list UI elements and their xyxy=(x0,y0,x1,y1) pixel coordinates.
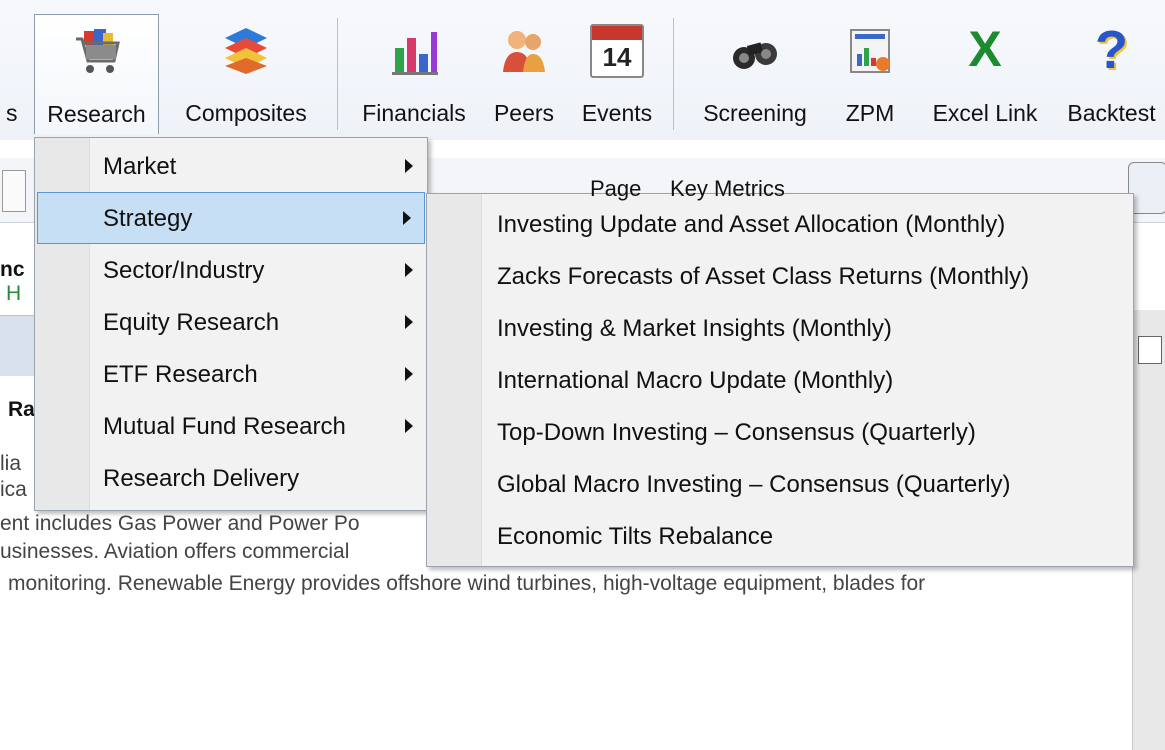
fragment-text: lia xyxy=(0,452,22,475)
submenu-item[interactable]: International Macro Update (Monthly) xyxy=(427,354,1133,406)
submenu-item[interactable]: Global Macro Investing – Consensus (Quar… xyxy=(427,458,1133,510)
submenu-item[interactable]: Economic Tilts Rebalance xyxy=(427,510,1133,562)
ribbon-label: s xyxy=(6,100,18,126)
submenu-item-label: Investing Update and Asset Allocation (M… xyxy=(497,211,1006,238)
fragment-text: H xyxy=(6,282,22,305)
submenu-arrow-icon xyxy=(405,263,413,277)
menu-item-etf-research[interactable]: ETF Research xyxy=(35,348,427,400)
ribbon-peers-button[interactable]: Peers xyxy=(484,14,564,134)
ribbon-label-screening: Screening xyxy=(703,100,807,126)
menu-item-label: Strategy xyxy=(103,205,193,232)
submenu-item[interactable]: Investing & Market Insights (Monthly) xyxy=(427,302,1133,354)
menu-item-mutual-fund-research[interactable]: Mutual Fund Research xyxy=(35,400,427,452)
submenu-item[interactable]: Top-Down Investing – Consensus (Quarterl… xyxy=(427,406,1133,458)
strategy-submenu: Investing Update and Asset Allocation (M… xyxy=(426,193,1134,567)
excel-icon: X xyxy=(958,24,1012,78)
menu-item-label: ETF Research xyxy=(103,361,258,388)
submenu-arrow-icon xyxy=(405,159,413,173)
submenu-item-label: Economic Tilts Rebalance xyxy=(497,523,774,550)
ribbon-composites-button[interactable]: Composites xyxy=(166,14,326,134)
calendar-icon: 14 xyxy=(590,24,644,78)
ribbon-zpm-button[interactable]: ZPM xyxy=(830,14,910,134)
description-line: ent includes Gas Power and Power Po xyxy=(0,512,360,535)
submenu-arrow-icon xyxy=(405,419,413,433)
menu-item-label: Mutual Fund Research xyxy=(103,413,346,440)
ribbon-research-button[interactable]: Research xyxy=(34,14,159,134)
submenu-item-label: Top-Down Investing – Consensus (Quarterl… xyxy=(497,419,976,446)
ribbon-label-peers: Peers xyxy=(493,100,555,126)
scrollbar[interactable] xyxy=(1132,310,1165,750)
excel-letter: X xyxy=(968,21,1002,77)
menu-item-label: Equity Research xyxy=(103,309,280,336)
menu-item-label: Research Delivery xyxy=(103,465,300,492)
submenu-item-label: Global Macro Investing – Consensus (Quar… xyxy=(497,471,1011,498)
submenu-item[interactable]: Zacks Forecasts of Asset Class Returns (… xyxy=(427,250,1133,302)
research-dropdown-menu: Market Strategy Sector/Industry Equity R… xyxy=(34,137,428,511)
portfolio-chart-icon xyxy=(850,29,890,73)
submenu-arrow-icon xyxy=(403,211,411,225)
page-dropdown-label[interactable]: Page xyxy=(590,176,641,202)
dropdown-control[interactable] xyxy=(2,170,26,212)
ribbon-label-excel-link: Excel Link xyxy=(932,100,1038,126)
ribbon-label-zpm: ZPM xyxy=(845,100,895,126)
submenu-arrow-icon xyxy=(405,315,413,329)
question-icon: ? xyxy=(1085,23,1139,78)
ribbon-backtest-button[interactable]: ? Backtest xyxy=(1058,14,1165,134)
fragment-text: ica xyxy=(0,478,27,501)
ribbon-label-events: Events xyxy=(581,100,653,126)
ribbon-separator xyxy=(673,18,674,130)
bar-chart-icon xyxy=(392,32,438,75)
panel-button[interactable] xyxy=(1138,336,1162,364)
menu-item-label: Market xyxy=(103,153,177,180)
ribbon-label-backtest: Backtest xyxy=(1067,100,1156,126)
ribbon-label-research: Research xyxy=(47,101,146,127)
ribbon-excel-link-button[interactable]: X Excel Link xyxy=(920,14,1050,134)
calendar-day: 14 xyxy=(602,42,632,72)
shopping-cart-icon xyxy=(75,29,120,73)
menu-item-research-delivery[interactable]: Research Delivery xyxy=(35,452,427,504)
key-metrics-dropdown[interactable]: Key Metrics xyxy=(670,176,785,202)
submenu-item[interactable]: Investing Update and Asset Allocation (M… xyxy=(427,198,1133,250)
ribbon-label-financials: Financials xyxy=(362,100,466,126)
fragment-text: nc xyxy=(0,258,25,281)
menu-item-strategy[interactable]: Strategy xyxy=(37,192,425,244)
submenu-item-label: International Macro Update (Monthly) xyxy=(497,367,894,394)
stacked-layers-icon xyxy=(225,28,267,74)
ribbon-events-button[interactable]: 14 Events xyxy=(570,14,664,134)
menu-item-equity-research[interactable]: Equity Research xyxy=(35,296,427,348)
menu-item-sector-industry[interactable]: Sector/Industry xyxy=(35,244,427,296)
ribbon-screening-button[interactable]: Screening xyxy=(690,14,820,134)
ribbon-label-composites: Composites xyxy=(185,100,307,126)
question-mark: ? xyxy=(1095,20,1128,80)
submenu-arrow-icon xyxy=(405,367,413,381)
binoculars-icon xyxy=(733,42,777,69)
menu-item-label: Sector/Industry xyxy=(103,257,265,284)
ribbon-item-partial[interactable]: s xyxy=(0,14,30,134)
submenu-item-label: Zacks Forecasts of Asset Class Returns (… xyxy=(497,263,1030,290)
menu-item-market[interactable]: Market xyxy=(35,140,427,192)
description-line: usinesses. Aviation offers commercial xyxy=(0,540,350,563)
description-line: monitoring. Renewable Energy provides of… xyxy=(8,572,926,595)
fragment-text: Ra xyxy=(8,398,35,421)
people-icon xyxy=(503,31,545,72)
ribbon-toolbar: s Research Composites Financials Peers 1… xyxy=(0,0,1165,141)
submenu-item-label: Investing & Market Insights (Monthly) xyxy=(497,315,892,342)
ribbon-separator xyxy=(337,18,338,130)
ribbon-financials-button[interactable]: Financials xyxy=(352,14,476,134)
